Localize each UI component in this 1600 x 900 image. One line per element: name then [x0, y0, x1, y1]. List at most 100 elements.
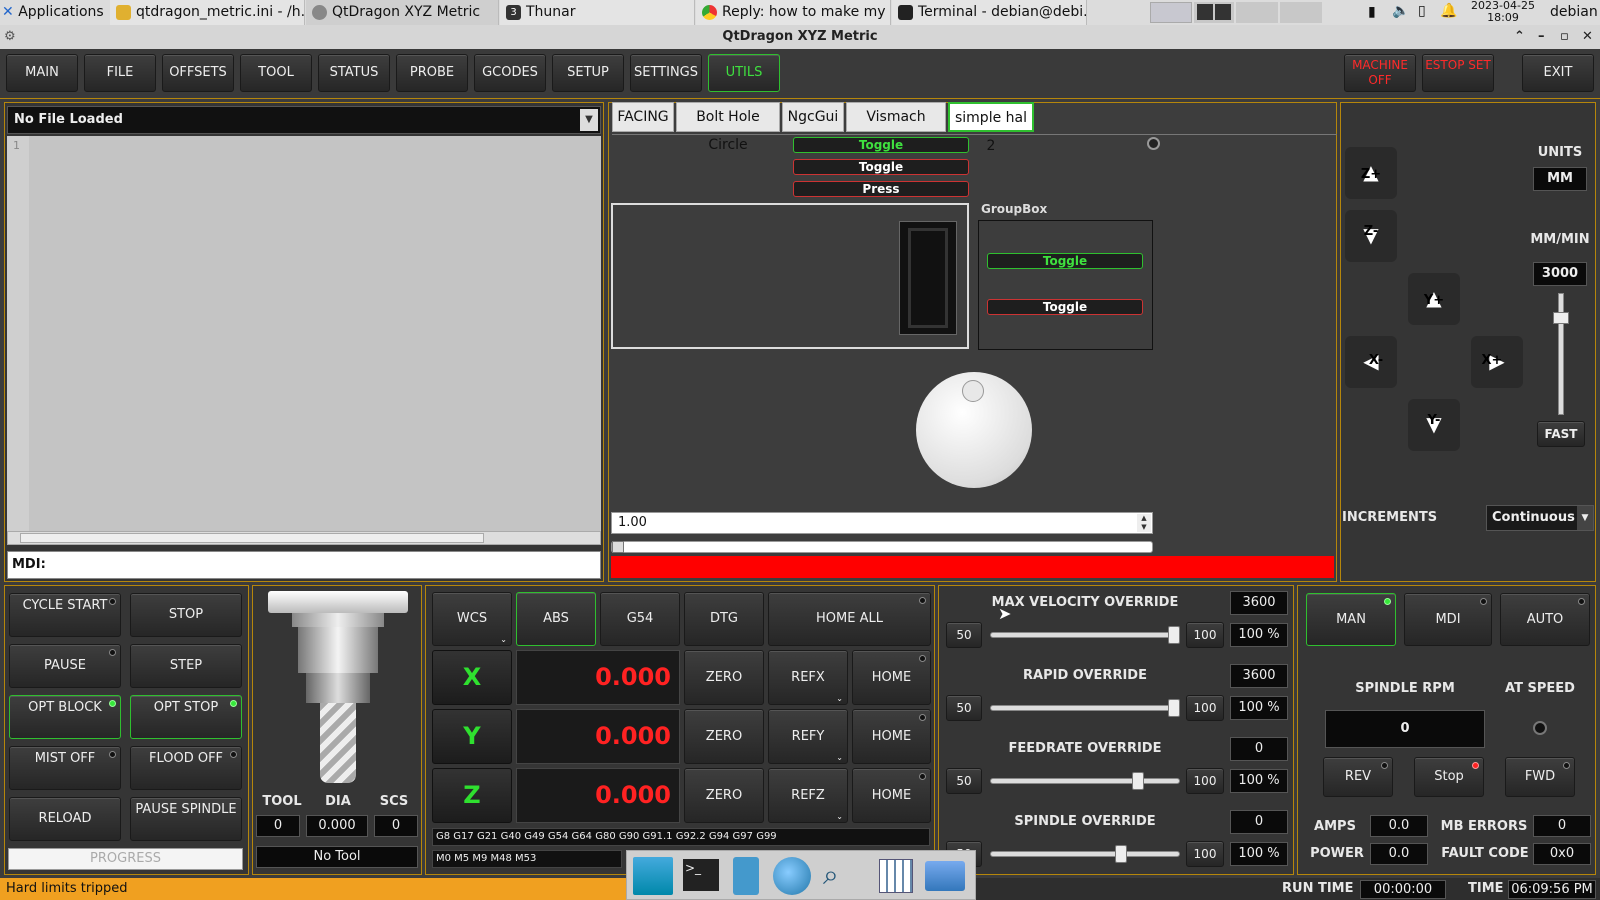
override-max-button[interactable]: 100 — [1186, 695, 1224, 721]
zero-x-button[interactable]: ZERO — [684, 650, 764, 705]
tab-bolt-hole-circle[interactable]: Bolt Hole Circle — [676, 102, 780, 153]
tab-facing[interactable]: FACING — [612, 102, 674, 132]
workspace-3[interactable] — [1236, 2, 1278, 23]
task-qtdragon[interactable]: QtDragon XYZ Metric — [306, 0, 499, 25]
override-slider[interactable] — [990, 705, 1180, 711]
override-min-button[interactable]: 50 — [946, 768, 982, 794]
file-selector[interactable]: No File Loaded ▼ — [7, 106, 601, 134]
hal-dial[interactable] — [916, 372, 1032, 488]
slider-handle[interactable] — [1115, 845, 1127, 863]
step-button[interactable]: STEP — [130, 644, 242, 688]
override-min-button[interactable]: 50 — [946, 622, 982, 648]
tab-offsets[interactable]: OFFSETS — [162, 54, 234, 92]
axis-y-label[interactable]: Y — [432, 709, 512, 764]
workspace-4[interactable] — [1280, 2, 1322, 23]
jog-z-minus-button[interactable]: ▼ Z- — [1345, 210, 1397, 262]
override-slider[interactable] — [990, 778, 1180, 784]
axis-z-label[interactable]: Z — [432, 768, 512, 823]
bell-icon[interactable]: 🔔 — [1440, 3, 1457, 19]
battery-icon[interactable]: ▯ — [1418, 3, 1426, 19]
search-icon[interactable]: ⌕ — [823, 857, 859, 893]
tab-file[interactable]: FILE — [84, 54, 156, 92]
scrollbar-handle[interactable] — [20, 533, 484, 543]
slider-handle[interactable] — [1553, 312, 1569, 324]
jog-x-minus-button[interactable]: ◀ X- — [1345, 336, 1397, 388]
maximize-icon[interactable]: ▫ — [1560, 25, 1569, 49]
pause-spindle-button[interactable]: PAUSE SPINDLE — [130, 797, 242, 841]
applications-menu[interactable]: ✕ Applications ☰ — [2, 0, 110, 44]
slider-handle[interactable] — [612, 541, 624, 553]
file-manager-icon[interactable] — [733, 857, 759, 895]
tab-ngcgui[interactable]: NgcGui — [782, 102, 844, 132]
groupbox-toggle-2[interactable]: Toggle — [987, 299, 1143, 315]
ref-x-button[interactable]: REFX ⌄ — [768, 650, 848, 705]
units-value[interactable]: MM — [1533, 167, 1587, 191]
collapse-icon[interactable]: ⌃ — [1514, 25, 1525, 49]
override-slider[interactable] — [990, 632, 1180, 638]
tab-main[interactable]: MAIN — [6, 54, 78, 92]
web-browser-icon[interactable] — [773, 857, 811, 895]
hal-slider[interactable] — [611, 541, 1153, 553]
exit-button[interactable]: EXIT — [1522, 54, 1594, 92]
man-mode-button[interactable]: MAN — [1306, 593, 1396, 646]
tab-gcodes[interactable]: GCODES — [474, 54, 546, 92]
tab-settings[interactable]: SETTINGS — [630, 54, 702, 92]
ref-y-button[interactable]: REFY ⌄ — [768, 709, 848, 764]
jog-rate-slider[interactable] — [1553, 293, 1569, 415]
machine-off-button[interactable]: MACHINE OFF — [1344, 54, 1416, 92]
chevron-down-icon[interactable]: ▼ — [1577, 506, 1593, 530]
groupbox-toggle-1[interactable]: Toggle — [987, 253, 1143, 269]
pause-button[interactable]: PAUSE — [9, 644, 121, 688]
jog-y-minus-button[interactable]: ▼ Y- — [1408, 399, 1460, 451]
network-icon[interactable]: ▮ — [1368, 4, 1376, 20]
slider-handle[interactable] — [1168, 626, 1180, 644]
tab-status[interactable]: STATUS — [318, 54, 390, 92]
workspace-2[interactable] — [1194, 2, 1234, 23]
tab-utils[interactable]: UTILS — [708, 54, 780, 92]
override-slider[interactable] — [990, 851, 1180, 857]
task-terminal[interactable]: Terminal - debian@debi... — [892, 0, 1087, 25]
horizontal-scrollbar[interactable] — [7, 531, 601, 545]
slider-handle[interactable] — [1168, 699, 1180, 717]
press-button[interactable]: Press — [793, 181, 969, 197]
minimize-icon[interactable]: – — [1538, 25, 1545, 49]
calculator-icon[interactable] — [879, 859, 913, 893]
jog-z-plus-button[interactable]: ▲ Z+ — [1345, 147, 1397, 199]
task-thunar[interactable]: 3 Thunar — [500, 0, 695, 25]
ref-z-button[interactable]: REFZ ⌄ — [768, 768, 848, 823]
reload-button[interactable]: RELOAD — [9, 797, 121, 841]
mdi-mode-button[interactable]: MDI — [1404, 593, 1492, 646]
slider-handle[interactable] — [1132, 772, 1144, 790]
axis-x-label[interactable]: X — [432, 650, 512, 705]
home-x-button[interactable]: HOME — [852, 650, 931, 705]
tab-setup[interactable]: SETUP — [552, 54, 624, 92]
override-max-button[interactable]: 100 — [1186, 841, 1224, 867]
gcode-text-area[interactable]: 1 — [7, 136, 601, 531]
volume-icon[interactable]: 🔈 — [1392, 3, 1409, 19]
jog-x-plus-button[interactable]: ▶ X+ — [1471, 336, 1523, 388]
tab-simple-hal-2[interactable]: simple hal 2 — [948, 102, 1034, 154]
stop-button[interactable]: STOP — [130, 593, 242, 637]
show-desktop-icon[interactable] — [633, 857, 673, 895]
zero-z-button[interactable]: ZERO — [684, 768, 764, 823]
tab-tool[interactable]: TOOL — [240, 54, 312, 92]
chevron-down-icon[interactable]: ▼ — [580, 109, 598, 131]
override-max-button[interactable]: 100 — [1186, 768, 1224, 794]
tab-vismach-demo[interactable]: Vismach demo — [846, 102, 946, 153]
clock[interactable]: 2023-04-25 18:09 — [1470, 0, 1536, 24]
spindle-stop-button[interactable]: Stop — [1414, 757, 1484, 797]
toggle-button-2[interactable]: Toggle — [793, 159, 969, 175]
home-y-button[interactable]: HOME — [852, 709, 931, 764]
mdi-input[interactable]: MDI: — [7, 551, 601, 579]
task-browser[interactable]: Reply: how to make my ... — [696, 0, 891, 25]
user-name[interactable]: debian — [1550, 0, 1598, 24]
tab-probe[interactable]: PROBE — [396, 54, 468, 92]
wcs-button[interactable]: WCS ⌄ — [432, 592, 512, 646]
home-z-button[interactable]: HOME — [852, 768, 931, 823]
dial-knob[interactable] — [962, 380, 984, 402]
fast-button[interactable]: FAST — [1537, 421, 1585, 447]
spinbox-input[interactable]: 1.00 ▲ ▼ — [611, 512, 1153, 534]
estop-button[interactable]: ESTOP SET — [1422, 54, 1494, 92]
override-min-button[interactable]: 50 — [946, 695, 982, 721]
mist-button[interactable]: MIST OFF — [9, 746, 121, 790]
